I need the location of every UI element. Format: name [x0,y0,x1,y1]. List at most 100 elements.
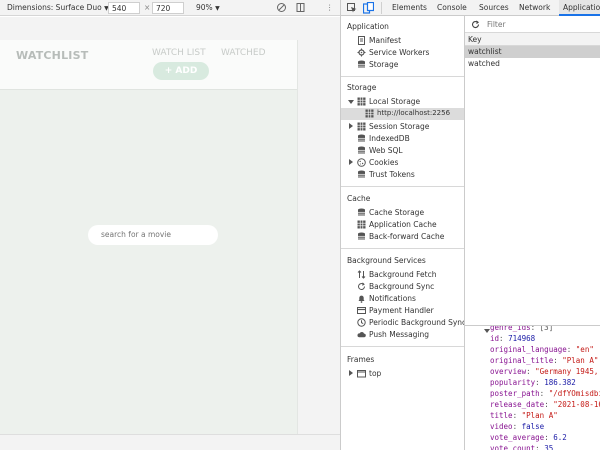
storage-key-row[interactable]: watched [465,58,600,70]
colon: : [553,356,563,365]
sidebar-item-storage[interactable]: Storage [341,59,464,71]
sidebar-item-session-storage[interactable]: Session Storage [341,121,464,133]
database-icon [358,208,365,216]
more-options-icon[interactable]: ⋮ [326,3,334,12]
tab-application[interactable]: Application [559,0,600,16]
colon: : [544,433,554,442]
app-header: WATCHLIST WATCH LIST WATCHED + ADD [0,40,297,90]
sidebar-item-payment-handler[interactable]: Payment Handler [341,305,464,317]
clock-icon [357,318,366,327]
divider [341,76,464,77]
sidebar-item-label: Trust Tokens [369,170,415,179]
zoom-dropdown[interactable]: 90% ▼ [196,3,220,12]
sidebar-item-trust-tokens[interactable]: Trust Tokens [341,169,464,181]
throttle-icon[interactable] [276,2,287,13]
sidebar-item-frame-top[interactable]: top [341,368,464,380]
key-header-label: Key [468,35,482,44]
inspect-element-icon[interactable] [347,3,357,13]
arrows-up-down-icon [357,270,366,279]
chevron-down-icon: ▼ [215,5,220,12]
database-icon [358,134,365,142]
sidebar-item-label: IndexedDB [369,134,410,143]
zoom-level: 90% [196,3,213,12]
tab-application-label: Application [563,3,600,12]
triangle-collapsed-icon[interactable] [349,123,353,129]
sidebar-item-manifest[interactable]: Manifest [341,35,464,47]
property-key: genre_ids [490,326,531,332]
database-icon [358,60,365,68]
triangle-collapsed-icon[interactable] [349,370,353,376]
grid-table-icon [365,109,374,118]
refresh-icon[interactable] [471,20,480,29]
tab-network[interactable]: Network [519,3,550,12]
property-key: title [490,411,513,420]
sidebar-item-background-sync[interactable]: Background Sync [341,281,464,293]
preview-property: id: 714968 [490,333,535,344]
divider [341,346,464,347]
sidebar-item-localhost[interactable]: http://localhost:2256 [341,108,464,120]
sidebar-item-background-fetch[interactable]: Background Fetch [341,269,464,281]
property-key: poster_path [490,389,540,398]
device-toggle-icon[interactable] [363,2,374,14]
sidebar-item-label: Session Storage [369,122,430,131]
sidebar-item-label: Cookies [369,158,399,167]
preview-property: original_title: "Plan A" [490,355,598,366]
colon: : [535,378,545,387]
sidebar-item-label: Payment Handler [369,306,434,315]
sidebar-item-label: top [369,369,382,378]
sidebar-item-periodic-background-sync[interactable]: Periodic Background Sync [341,317,465,329]
property-key: original_title [490,356,554,365]
colon: : [512,422,522,431]
sidebar-item-service-workers[interactable]: Service Workers [341,47,464,59]
rotate-icon[interactable] [295,2,306,13]
property-value: 6.2 [553,433,567,442]
property-value: 186.382 [544,378,576,387]
device-height-input[interactable]: 720 [152,2,184,14]
sidebar-item-label: Service Workers [369,48,430,57]
viewport-bottom-bar [0,434,340,450]
filter-input[interactable] [487,19,597,30]
sidebar-item-indexeddb[interactable]: IndexedDB [341,133,464,145]
triangle-collapsed-icon[interactable] [349,159,353,165]
sidebar-item-cache-storage[interactable]: Cache Storage [341,207,464,219]
add-button[interactable]: + ADD [153,62,209,80]
preview-property: poster_path: "/dfYOmisdbiVT [490,388,600,399]
tab-separator [381,2,382,14]
sidebar-item-cookies[interactable]: Cookies [341,157,464,169]
colon: : [535,444,545,450]
sidebar-item-back-forward-cache[interactable]: Back-forward Cache [341,231,464,243]
property-key: overview [490,367,527,376]
nav-watch-list[interactable]: WATCH LIST [152,48,206,58]
sync-icon [358,282,366,290]
preview-property: title: "Plan A" [490,410,558,421]
document-icon [358,36,365,45]
tab-elements[interactable]: Elements [392,3,427,12]
sidebar-item-label: Notifications [369,294,416,303]
triangle-expanded-icon[interactable] [348,100,354,104]
sidebar-item-label: Cache Storage [369,208,425,217]
sidebar-item-push-messaging[interactable]: Push Messaging [341,329,464,341]
device-dimensions-label: Dimensions: Surface Duo [7,3,102,12]
sidebar-item-label: Periodic Background Sync [369,318,465,327]
sidebar-item-application-cache[interactable]: Application Cache [341,219,464,231]
colon: : [530,326,540,332]
tab-sources[interactable]: Sources [479,3,509,12]
sidebar-item-local-storage[interactable]: Local Storage [341,96,464,108]
nav-watched[interactable]: WATCHED [221,48,266,58]
value-preview: genre_ids: [3] id: 714968 original_languag… [465,326,600,450]
device-dimensions-dropdown[interactable]: Dimensions: Surface Duo ▼ [7,3,109,12]
movie-search-input[interactable] [88,225,218,245]
sidebar-item-web-sql[interactable]: Web SQL [341,145,464,157]
section-title-background-services: Background Services [347,256,426,265]
sidebar-item-label: Back-forward Cache [369,232,445,241]
tab-console[interactable]: Console [437,3,467,12]
storage-key-row[interactable]: watchlist [465,46,600,58]
property-key: release_date [490,400,545,409]
section-title-storage: Storage [347,83,377,92]
devtools-tab-bar: Elements Console Sources Network Applica… [341,0,600,16]
sidebar-item-notifications[interactable]: Notifications [341,293,464,305]
property-value: "Plan A" [562,356,599,365]
device-width-input[interactable]: 540 [108,2,140,14]
app-logo[interactable]: WATCHLIST [16,49,88,62]
key-column-header[interactable]: Key [465,33,600,46]
